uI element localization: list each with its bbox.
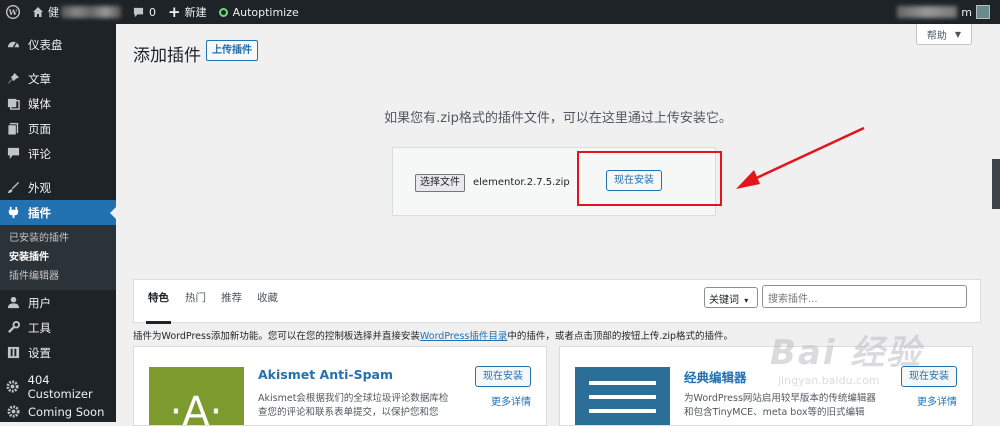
sidebar-item-label: 插件 xyxy=(28,205,51,220)
classic-editor-logo-icon xyxy=(575,367,670,425)
sidebar-item-pages[interactable]: 页面 xyxy=(0,116,116,141)
autoptimize-link[interactable]: Autoptimize xyxy=(213,0,305,24)
tab-popular[interactable]: 热门 xyxy=(185,290,206,305)
autoptimize-label: Autoptimize xyxy=(232,5,299,19)
intro-text-after: 中的插件，或者点击顶部的按钮上传.zip格式的插件。 xyxy=(507,331,734,342)
sidebar-item-coming-soon[interactable]: Coming Soon xyxy=(0,399,116,424)
sidebar-item-settings[interactable]: 设置 xyxy=(0,340,116,365)
admin-sidebar: 仪表盘 文章 媒体 页面 评论 外观 插件 已安装的插件 安装插件 插件编辑器 … xyxy=(0,24,117,424)
plus-icon: + xyxy=(168,3,181,21)
main-content: 帮助 ▼ 添加插件 上传插件 如果您有.zip格式的插件文件，可以在这里通过上传… xyxy=(116,24,1000,426)
pin-icon xyxy=(6,72,20,86)
sidebar-item-label: 仪表盘 xyxy=(28,37,63,52)
comments-link[interactable]: 0 xyxy=(127,0,162,24)
caret-down-icon: ▼ xyxy=(954,29,962,39)
user-name-suffix: m xyxy=(961,5,972,19)
help-label: 帮助 xyxy=(926,30,947,42)
sidebar-item-label: 工具 xyxy=(28,320,51,335)
akismet-logo-icon: ·A· xyxy=(149,367,244,426)
sidebar-item-404-customizer[interactable]: 404 Customizer xyxy=(0,372,116,401)
plugin-name[interactable]: 经典编辑器 xyxy=(684,367,747,386)
sidebar-item-tools[interactable]: 工具 xyxy=(0,315,116,340)
admin-bar: W 健 0 + 新建 Autoptimize m xyxy=(0,0,1000,24)
sidebar-item-plugins[interactable]: 插件 xyxy=(0,200,117,225)
new-label: 新建 xyxy=(184,6,207,19)
intro-text-before: 插件为WordPress添加新功能。您可以在您的控制板选择并直接安装 xyxy=(133,331,420,342)
media-icon xyxy=(6,97,20,111)
plugin-name[interactable]: Akismet Anti-Spam xyxy=(258,367,393,382)
plugin-icon xyxy=(6,206,20,220)
sidebar-item-media[interactable]: 媒体 xyxy=(0,91,116,116)
avatar xyxy=(976,5,990,19)
wrench-icon xyxy=(6,321,20,335)
comment-icon xyxy=(6,147,20,161)
tab-featured[interactable]: 特色 xyxy=(146,290,171,324)
plugins-intro-text: 插件为WordPress添加新功能。您可以在您的控制板选择并直接安装WordPr… xyxy=(133,328,733,342)
tab-recommended[interactable]: 推荐 xyxy=(221,290,242,305)
gear-icon xyxy=(6,405,20,419)
sidebar-item-dashboard[interactable]: 仪表盘 xyxy=(0,32,116,57)
side-feedback-tab[interactable] xyxy=(992,159,1000,209)
search-type-value: 关键词 xyxy=(709,295,739,306)
wordpress-logo-icon[interactable]: W xyxy=(0,0,26,24)
user-account[interactable]: m xyxy=(897,0,1000,24)
upload-description: 如果您有.zip格式的插件文件，可以在这里通过上传安装它。 xyxy=(384,111,732,126)
upload-plugin-button[interactable]: 上传插件 xyxy=(206,40,258,61)
settings-icon xyxy=(6,346,20,360)
selected-file-name: elementor.2.7.5.zip xyxy=(473,177,570,188)
svg-text:W: W xyxy=(8,8,18,17)
gear-icon xyxy=(6,380,20,394)
help-tab[interactable]: 帮助 ▼ xyxy=(916,24,972,45)
dashboard-icon xyxy=(6,38,20,52)
status-circle-icon xyxy=(218,7,228,17)
search-plugins-input[interactable] xyxy=(762,285,967,308)
plugin-directory-link[interactable]: WordPress插件目录 xyxy=(420,331,507,342)
page-icon xyxy=(6,122,20,136)
site-name-link[interactable]: 健 xyxy=(26,0,127,24)
plugin-filter-bar: 特色 热门 推荐 收藏 关键词 ▾ xyxy=(133,279,981,324)
sidebar-item-label: Coming Soon xyxy=(28,404,105,419)
comments-count: 0 xyxy=(149,5,156,19)
chevron-down-icon: ▾ xyxy=(744,296,749,305)
submenu-plugin-editor[interactable]: 插件编辑器 xyxy=(0,267,116,286)
plugin-description: Akismet会根据我们的全球垃圾评论数据库检查您的评论和联系表单提交，以保护您… xyxy=(258,393,449,418)
sidebar-item-label: 404 Customizer xyxy=(27,372,93,401)
plugins-submenu: 已安装的插件 安装插件 插件编辑器 xyxy=(0,225,116,290)
sidebar-item-label: 页面 xyxy=(28,121,51,136)
new-content-link[interactable]: + 新建 xyxy=(162,0,213,24)
svg-text:·A·: ·A· xyxy=(170,389,223,426)
plugin-card-classic-editor: 经典编辑器 为WordPress网站启用较早版本的传统编辑器和包含TinyMCE… xyxy=(559,346,973,426)
sidebar-item-label: 设置 xyxy=(28,345,51,360)
submenu-installed-plugins[interactable]: 已安装的插件 xyxy=(0,229,116,248)
highlight-box-annotation xyxy=(577,151,722,206)
red-arrow-annotation xyxy=(736,126,865,189)
install-now-button[interactable]: 现在安装 xyxy=(475,366,531,387)
user-icon xyxy=(6,296,20,310)
choose-file-button[interactable]: 选择文件 xyxy=(415,174,465,192)
sidebar-item-label: 外观 xyxy=(28,180,51,195)
site-name: 健 xyxy=(48,6,59,19)
sidebar-item-label: 用户 xyxy=(28,295,51,310)
install-now-button[interactable]: 现在安装 xyxy=(901,366,957,387)
comment-bubble-icon xyxy=(133,7,144,18)
plugin-card-akismet: ·A· Akismet Anti-Spam Akismet会根据我们的全球垃圾评… xyxy=(133,346,547,426)
submenu-add-plugins[interactable]: 安装插件 xyxy=(0,248,116,267)
more-details-link[interactable]: 更多详情 xyxy=(491,393,531,408)
blurred-site-name xyxy=(61,6,121,18)
sidebar-item-users[interactable]: 用户 xyxy=(0,290,116,315)
sidebar-item-appearance[interactable]: 外观 xyxy=(0,175,116,200)
tab-favorites[interactable]: 收藏 xyxy=(257,290,278,305)
sidebar-item-label: 媒体 xyxy=(28,96,51,111)
plugin-description: 为WordPress网站启用较早版本的传统编辑器和包含TinyMCE、meta … xyxy=(684,393,876,418)
brush-icon xyxy=(6,181,20,195)
sidebar-item-label: 文章 xyxy=(28,71,51,86)
sidebar-item-label: 评论 xyxy=(28,146,51,161)
search-type-select[interactable]: 关键词 ▾ xyxy=(704,287,758,308)
blurred-user-name xyxy=(897,6,958,18)
page-title: 添加插件 xyxy=(133,46,201,66)
sidebar-item-posts[interactable]: 文章 xyxy=(0,66,116,91)
sidebar-item-comments[interactable]: 评论 xyxy=(0,141,116,166)
more-details-link[interactable]: 更多详情 xyxy=(917,393,957,408)
home-icon xyxy=(32,6,44,18)
